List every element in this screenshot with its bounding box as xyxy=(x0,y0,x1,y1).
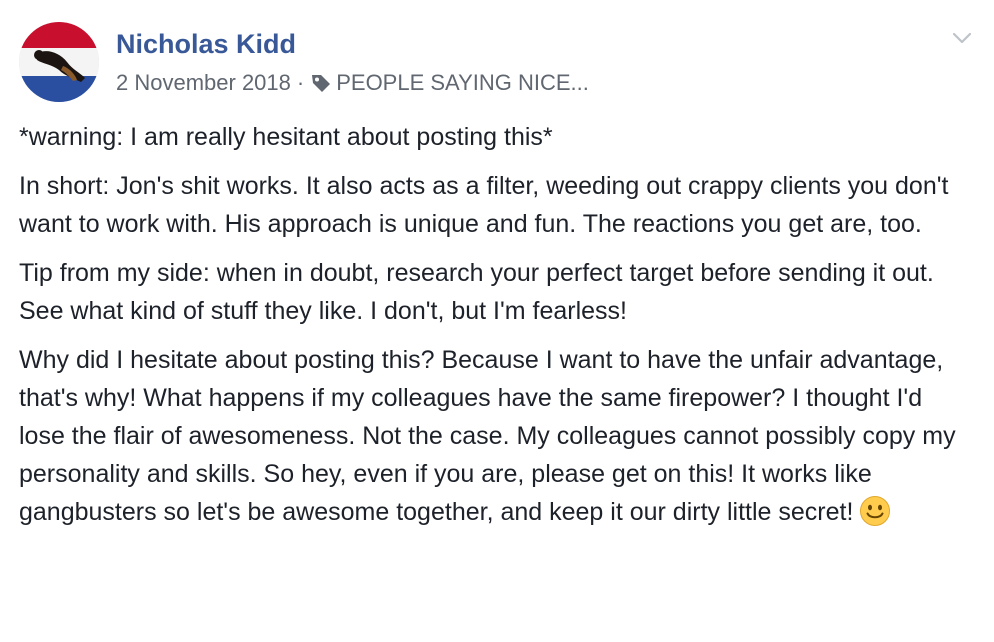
meta-separator: · xyxy=(296,70,305,95)
post-date[interactable]: 2 November 2018 xyxy=(116,70,291,96)
post-body: *warning: I am really hesitant about pos… xyxy=(19,118,969,542)
post-paragraph: In short: Jon's shit works. It also acts… xyxy=(19,172,949,238)
post-paragraph-last: Why did I hesitate about posting this? B… xyxy=(19,341,969,531)
facebook-post: Nicholas Kidd 2 November 2018 · PEOPLE S… xyxy=(0,0,994,642)
profile-photo xyxy=(19,22,99,102)
avatar[interactable] xyxy=(19,22,99,102)
tag-icon xyxy=(310,72,332,94)
author-name[interactable]: Nicholas Kidd xyxy=(116,29,296,60)
smiley-emoji-icon xyxy=(859,495,891,527)
post-paragraph-text: Why did I hesitate about posting this? B… xyxy=(19,346,956,526)
chevron-down-icon[interactable] xyxy=(951,27,973,49)
post-paragraph: Tip from my side: when in doubt, researc… xyxy=(19,259,934,325)
group-link[interactable]: PEOPLE SAYING NICE... xyxy=(336,70,589,96)
post-meta: 2 November 2018 · PEOPLE SAYING NICE... xyxy=(116,70,589,96)
post-paragraph: *warning: I am really hesitant about pos… xyxy=(19,123,553,151)
